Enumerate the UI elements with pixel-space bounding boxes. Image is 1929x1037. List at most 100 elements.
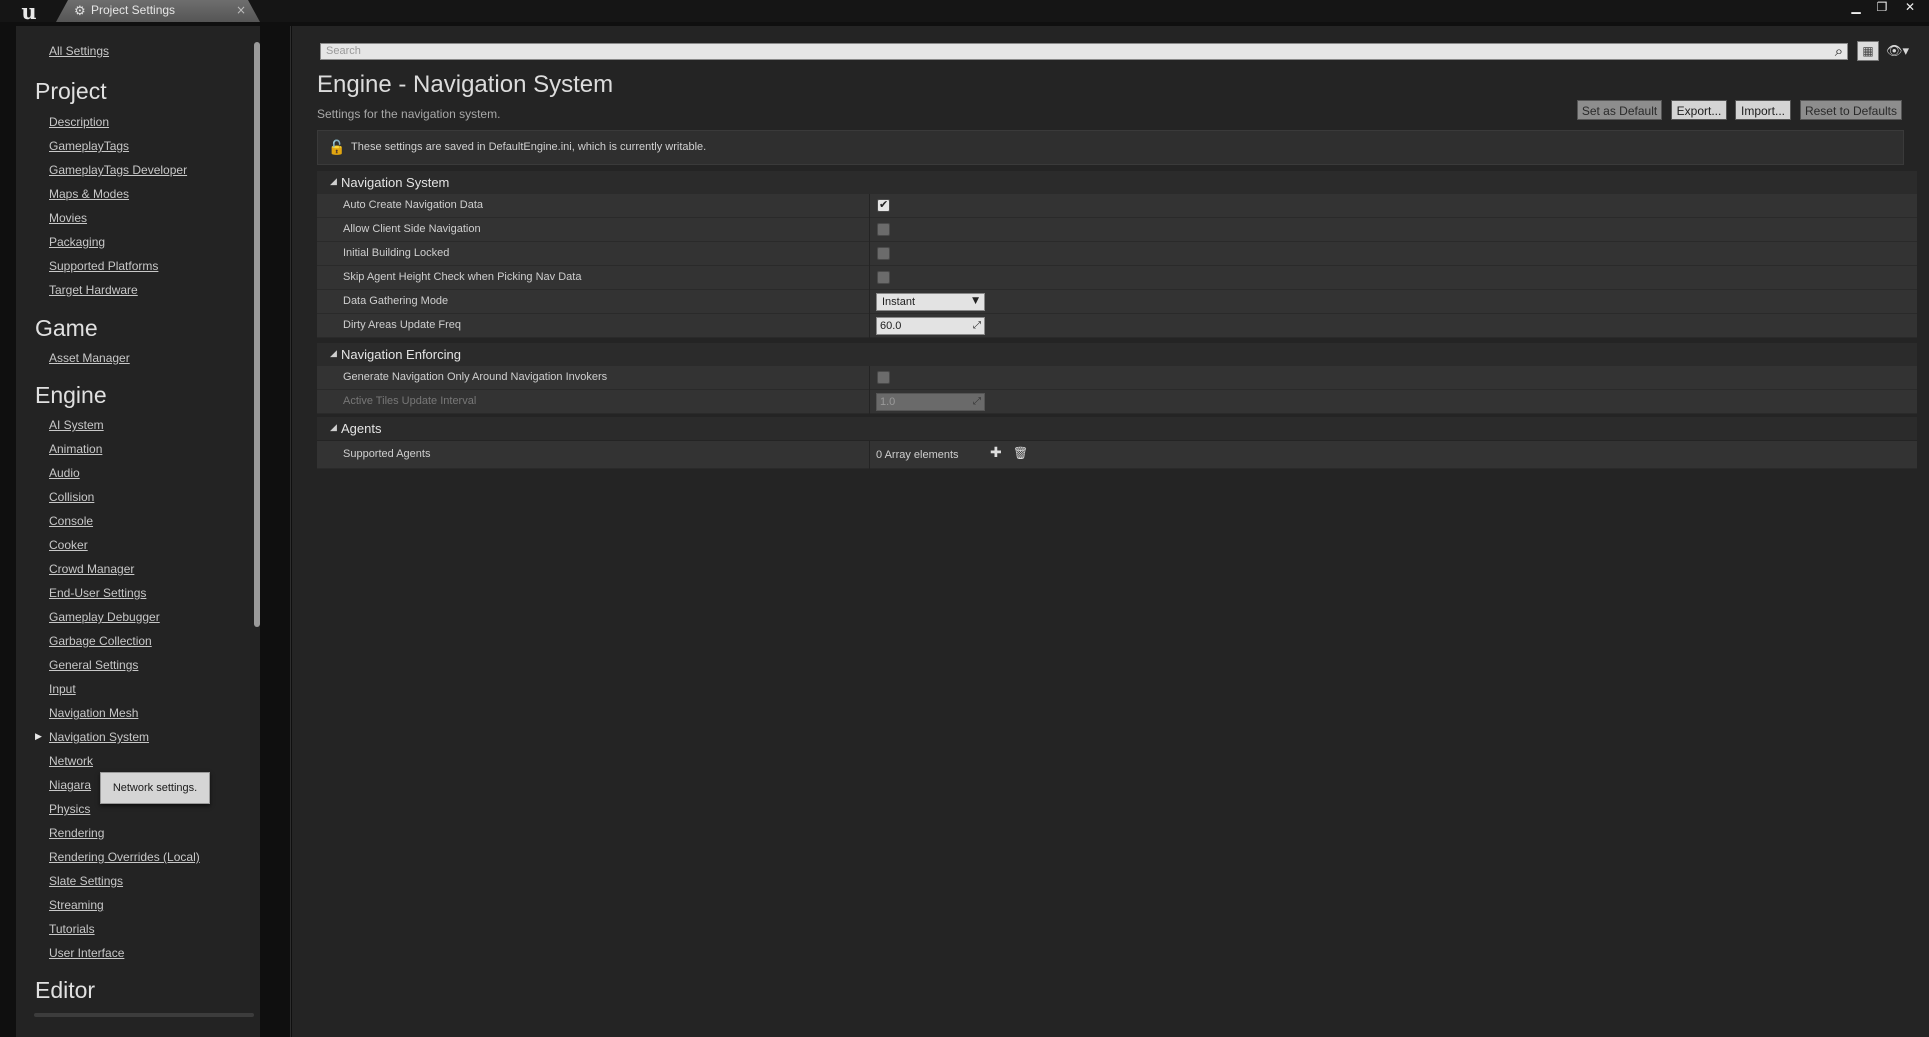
sidebar-item-ai-system[interactable]: AI System bbox=[49, 418, 104, 432]
sidebar-item-network[interactable]: Network bbox=[49, 754, 93, 768]
sidebar-item-gameplaytags[interactable]: GameplayTags bbox=[49, 139, 129, 153]
property-row-dirty-areas-update-freq: Dirty Areas Update Freq 60.0 ⤢ bbox=[317, 314, 1917, 338]
config-info-bar: 🔓 These settings are saved in DefaultEng… bbox=[317, 130, 1904, 165]
numeric-value: 1.0 bbox=[880, 396, 896, 408]
sidebar-item-gameplaytags-developer[interactable]: GameplayTags Developer bbox=[49, 163, 187, 177]
page-subtitle: Settings for the navigation system. bbox=[317, 107, 501, 121]
property-row-initial-building-locked: Initial Building Locked bbox=[317, 242, 1917, 266]
sidebar-category-game: Game bbox=[35, 315, 98, 341]
sidebar-item-input[interactable]: Input bbox=[49, 682, 76, 696]
sidebar-item-tutorials[interactable]: Tutorials bbox=[49, 922, 95, 936]
selected-arrow-icon: ▶ bbox=[35, 732, 42, 742]
data-gathering-mode-dropdown[interactable]: Instant ▼ bbox=[876, 293, 985, 311]
trash-icon[interactable]: 🗑 bbox=[1013, 446, 1028, 460]
reset-to-defaults-button[interactable]: Reset to Defaults bbox=[1800, 100, 1902, 120]
generate-navigation-invokers-checkbox[interactable] bbox=[877, 371, 890, 384]
search-input[interactable]: Search bbox=[320, 43, 1848, 60]
title-bar: u ⚙ Project Settings × ▁ ❐ ✕ bbox=[0, 0, 1929, 24]
page-title: Engine - Navigation System bbox=[317, 71, 614, 98]
sidebar-item-rendering-overrides-local[interactable]: Rendering Overrides (Local) bbox=[49, 850, 200, 864]
sidebar-item-niagara[interactable]: Niagara bbox=[49, 778, 91, 792]
minimize-icon[interactable]: ▁ bbox=[1845, 0, 1867, 14]
sidebar-item-garbage-collection[interactable]: Garbage Collection bbox=[49, 634, 152, 648]
sidebar-scrollbar[interactable] bbox=[254, 42, 260, 627]
gear-icon: ⚙ bbox=[74, 4, 86, 19]
property-label: Data Gathering Mode bbox=[343, 295, 449, 307]
sidebar-category-engine: Engine bbox=[35, 382, 107, 408]
plus-icon[interactable]: ✚ bbox=[990, 445, 1002, 461]
sidebar-item-end-user-settings[interactable]: End-User Settings bbox=[49, 586, 146, 600]
sidebar-category-project: Project bbox=[35, 78, 107, 104]
tab-close-icon[interactable]: × bbox=[236, 3, 246, 17]
sidebar-item-asset-manager[interactable]: Asset Manager bbox=[49, 351, 130, 365]
sidebar-item-general-settings[interactable]: General Settings bbox=[49, 658, 138, 672]
grid-view-icon[interactable]: ▦ bbox=[1857, 41, 1879, 61]
splitter[interactable] bbox=[290, 26, 291, 1037]
section-title: Navigation Enforcing bbox=[341, 347, 461, 362]
close-window-icon[interactable]: ✕ bbox=[1897, 0, 1923, 14]
property-row-data-gathering-mode: Data Gathering Mode Instant ▼ bbox=[317, 290, 1917, 314]
sidebar-item-physics[interactable]: Physics bbox=[49, 802, 90, 816]
sidebar-item-audio[interactable]: Audio bbox=[49, 466, 80, 480]
sidebar-item-maps-modes[interactable]: Maps & Modes bbox=[49, 187, 129, 201]
sidebar-item-description[interactable]: Description bbox=[49, 115, 109, 129]
project-settings-tab[interactable]: ⚙ Project Settings × bbox=[56, 0, 260, 22]
property-label: Active Tiles Update Interval bbox=[343, 395, 477, 407]
collapse-arrow-icon: ◢ bbox=[330, 349, 337, 359]
allow-client-side-checkbox[interactable] bbox=[877, 223, 890, 236]
sidebar-item-gameplay-debugger[interactable]: Gameplay Debugger bbox=[49, 610, 160, 624]
property-row-supported-agents: Supported Agents 0 Array elements ✚ 🗑 bbox=[317, 441, 1917, 469]
sidebar-item-console[interactable]: Console bbox=[49, 514, 93, 528]
sidebar-item-packaging[interactable]: Packaging bbox=[49, 235, 105, 249]
section-navigation-system[interactable]: ◢ Navigation System bbox=[317, 171, 1917, 194]
drag-resize-icon: ⤢ bbox=[973, 396, 981, 407]
sidebar-horizontal-scrollbar[interactable] bbox=[34, 1013, 254, 1017]
sidebar-item-collision[interactable]: Collision bbox=[49, 490, 94, 504]
section-title: Agents bbox=[341, 421, 382, 436]
auto-create-checkbox[interactable]: ✔ bbox=[877, 198, 890, 212]
import-button[interactable]: Import... bbox=[1735, 100, 1791, 120]
tab-title: Project Settings bbox=[91, 3, 176, 17]
drag-resize-icon[interactable]: ⤢ bbox=[973, 320, 981, 331]
sidebar-item-user-interface[interactable]: User Interface bbox=[49, 946, 124, 960]
sidebar-item-all-settings[interactable]: All Settings bbox=[49, 44, 109, 58]
active-tiles-update-interval-input: 1.0 ⤢ bbox=[876, 393, 985, 411]
restore-icon[interactable]: ❐ bbox=[1871, 0, 1893, 14]
collapse-arrow-icon: ◢ bbox=[330, 423, 337, 433]
property-label: Supported Agents bbox=[343, 448, 431, 460]
search-icon[interactable]: ⌕ bbox=[1829, 41, 1849, 61]
dirty-areas-update-freq-input[interactable]: 60.0 ⤢ bbox=[876, 317, 985, 335]
sidebar-item-movies[interactable]: Movies bbox=[49, 211, 87, 225]
initial-building-locked-checkbox[interactable] bbox=[877, 247, 890, 260]
set-as-default-button[interactable]: Set as Default bbox=[1577, 100, 1662, 120]
sidebar-item-cooker[interactable]: Cooker bbox=[49, 538, 88, 552]
property-row-skip-agent-height-check: Skip Agent Height Check when Picking Nav… bbox=[317, 266, 1917, 290]
sidebar-item-target-hardware[interactable]: Target Hardware bbox=[49, 283, 138, 297]
sidebar-item-navigation-mesh[interactable]: Navigation Mesh bbox=[49, 706, 138, 720]
check-icon: ✔ bbox=[879, 198, 889, 211]
section-navigation-enforcing[interactable]: ◢ Navigation Enforcing bbox=[317, 343, 1917, 366]
window-controls: ▁ ❐ ✕ bbox=[1845, 0, 1923, 14]
section-agents[interactable]: ◢ Agents bbox=[317, 417, 1917, 440]
unreal-logo-icon: u bbox=[21, 0, 37, 24]
export-button[interactable]: Export... bbox=[1671, 100, 1727, 120]
sidebar-item-supported-platforms[interactable]: Supported Platforms bbox=[49, 259, 158, 273]
search-placeholder: Search bbox=[326, 45, 361, 57]
config-info-text: These settings are saved in DefaultEngin… bbox=[351, 141, 707, 153]
property-label: Skip Agent Height Check when Picking Nav… bbox=[343, 271, 582, 283]
eye-icon[interactable]: 👁▾ bbox=[1886, 44, 1909, 59]
property-label: Generate Navigation Only Around Navigati… bbox=[343, 371, 608, 383]
sidebar-item-navigation-system[interactable]: Navigation System bbox=[49, 730, 149, 744]
sidebar-item-animation[interactable]: Animation bbox=[49, 442, 102, 456]
property-label: Initial Building Locked bbox=[343, 247, 450, 259]
sidebar-item-slate-settings[interactable]: Slate Settings bbox=[49, 874, 123, 888]
sidebar-category-editor: Editor bbox=[35, 977, 96, 1003]
sidebar-item-streaming[interactable]: Streaming bbox=[49, 898, 104, 912]
property-label: Auto Create Navigation Data bbox=[343, 199, 484, 211]
chevron-down-icon: ▼ bbox=[972, 296, 979, 306]
lock-icon: 🔓 bbox=[328, 140, 346, 156]
sidebar-item-crowd-manager[interactable]: Crowd Manager bbox=[49, 562, 134, 576]
sidebar-item-rendering[interactable]: Rendering bbox=[49, 826, 104, 840]
dropdown-value: Instant bbox=[882, 296, 916, 308]
skip-agent-height-checkbox[interactable] bbox=[877, 271, 890, 284]
